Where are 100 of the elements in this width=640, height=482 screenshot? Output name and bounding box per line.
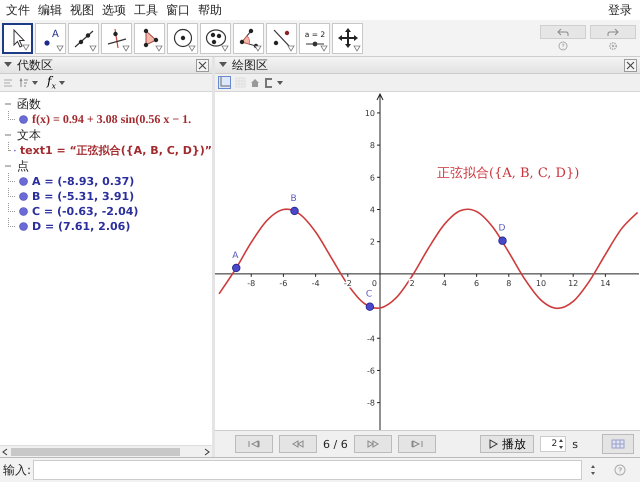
input-label: 输入:	[3, 462, 32, 478]
unit-label: s	[572, 438, 578, 450]
caret-icon	[22, 44, 30, 50]
menu-item[interactable]: 帮助	[194, 2, 226, 18]
play-button[interactable]: 播放	[480, 435, 534, 453]
tick-label: 14	[600, 278, 610, 288]
dot-icon[interactable]	[19, 192, 28, 201]
point-label: A	[232, 250, 238, 261]
graph-text[interactable]: 正弦拟合({A, B, C, D})	[437, 166, 580, 181]
caret-icon	[254, 44, 262, 52]
point[interactable]	[290, 206, 299, 216]
category-label: 文本	[17, 126, 41, 144]
caret-icon	[122, 44, 130, 52]
caret-icon	[31, 79, 39, 86]
spinner-arrows-icon[interactable]	[590, 464, 596, 476]
point-capture-button[interactable]	[264, 78, 284, 88]
first-button[interactable]	[235, 435, 273, 453]
input-field[interactable]	[33, 460, 582, 480]
axes-icon[interactable]	[219, 77, 230, 88]
caret-icon	[353, 44, 361, 52]
close-icon	[626, 60, 635, 70]
tick-label: -6	[367, 366, 375, 376]
caret-icon	[276, 79, 284, 86]
login-link[interactable]: 登录	[604, 2, 636, 18]
menu-item[interactable]: 工具	[130, 2, 162, 18]
spinner-arrows-icon	[558, 438, 564, 450]
redo-button[interactable]	[590, 25, 636, 39]
caret-icon	[320, 44, 328, 52]
close-button[interactable]	[624, 58, 637, 72]
caret-icon	[287, 44, 295, 52]
category-label: 点	[17, 158, 29, 174]
next-icon	[366, 440, 379, 448]
last-button[interactable]	[398, 435, 436, 453]
tick-label: 4	[370, 206, 375, 214]
panel-title: 绘图区	[232, 56, 268, 74]
tool-button[interactable]	[2, 22, 33, 54]
tick-label: 8	[370, 141, 375, 150]
play-icon	[488, 439, 498, 449]
algebra-entry[interactable]: D = (7.61, 2.06)	[32, 220, 130, 233]
tick-label: -4	[312, 278, 320, 288]
algebra-entry[interactable]: B = (-5.31, 3.91)	[32, 190, 134, 203]
horizontal-scrollbar[interactable]	[0, 445, 212, 457]
tick-label: -6	[279, 278, 288, 288]
collapse-icon[interactable]	[219, 62, 227, 68]
origin-label: 0	[372, 278, 377, 288]
input-toggle-button[interactable]: f$_{x}$	[45, 75, 68, 90]
scroll-right-icon[interactable]	[204, 448, 210, 456]
undo-icon	[557, 28, 569, 36]
menu-item[interactable]: 编辑	[34, 2, 66, 18]
last-icon	[410, 440, 423, 448]
menu-item[interactable]: 文件	[2, 2, 34, 18]
close-button[interactable]	[196, 58, 209, 72]
algebra-entry[interactable]: text1 = “正弦拟合({A, B, C, D})”	[20, 143, 212, 158]
point[interactable]	[366, 302, 374, 311]
algebra-entry[interactable]: A = (-8.93, 0.37)	[32, 175, 134, 188]
menu-item[interactable]: 窗口	[162, 2, 194, 18]
tick-label: -4	[367, 334, 375, 344]
redo-icon	[607, 28, 619, 36]
tick-label: 2	[410, 278, 415, 288]
sort-icon	[19, 78, 29, 88]
dot-icon[interactable]	[19, 177, 28, 186]
undo-button[interactable]	[540, 25, 586, 39]
dot-icon[interactable]	[19, 115, 28, 124]
bracket-icon	[264, 78, 274, 88]
view-toggle-button[interactable]	[602, 434, 634, 454]
caret-icon	[188, 44, 196, 52]
grid-icon	[611, 439, 625, 449]
point[interactable]	[232, 264, 240, 272]
point[interactable]	[498, 236, 507, 245]
tick-label: -8	[247, 278, 256, 288]
speed-spinner[interactable]: 2	[540, 436, 566, 452]
caret-icon	[56, 44, 64, 52]
first-icon	[248, 440, 260, 448]
tick-label: 2	[370, 238, 375, 247]
scroll-left-icon[interactable]	[2, 448, 8, 456]
tick-label: 10	[364, 108, 375, 118]
dot-icon[interactable]	[19, 222, 28, 231]
tick-label: 8	[506, 278, 512, 288]
menu-item[interactable]: 选项	[98, 2, 130, 18]
caret-icon	[58, 79, 66, 86]
four-way-arrow-icon	[336, 26, 360, 50]
tick-label: 10	[536, 278, 546, 288]
previous-icon	[292, 440, 304, 448]
algebra-entry[interactable]: f(x) = 0.94 + 3.08 sin(0.56 x − 1.	[32, 112, 192, 127]
algebra-entry[interactable]: C = (-0.63, -2.04)	[32, 205, 138, 218]
caret-icon	[89, 44, 97, 52]
tick-label: 4	[442, 278, 447, 288]
tick-label: -8	[367, 398, 375, 408]
point-label: B	[290, 194, 297, 204]
menu-item[interactable]: 视图	[66, 2, 98, 18]
collapse-icon[interactable]	[4, 62, 12, 68]
panel-title: 代数区	[17, 56, 53, 74]
next-button[interactable]	[354, 435, 392, 453]
previous-button[interactable]	[279, 435, 317, 453]
dot-icon[interactable]	[19, 207, 28, 216]
caret-icon	[221, 44, 229, 52]
point-label: C	[366, 290, 372, 300]
tick-label: 12	[568, 278, 578, 288]
step-counter: 6 / 6	[323, 438, 348, 450]
close-icon	[198, 60, 207, 70]
